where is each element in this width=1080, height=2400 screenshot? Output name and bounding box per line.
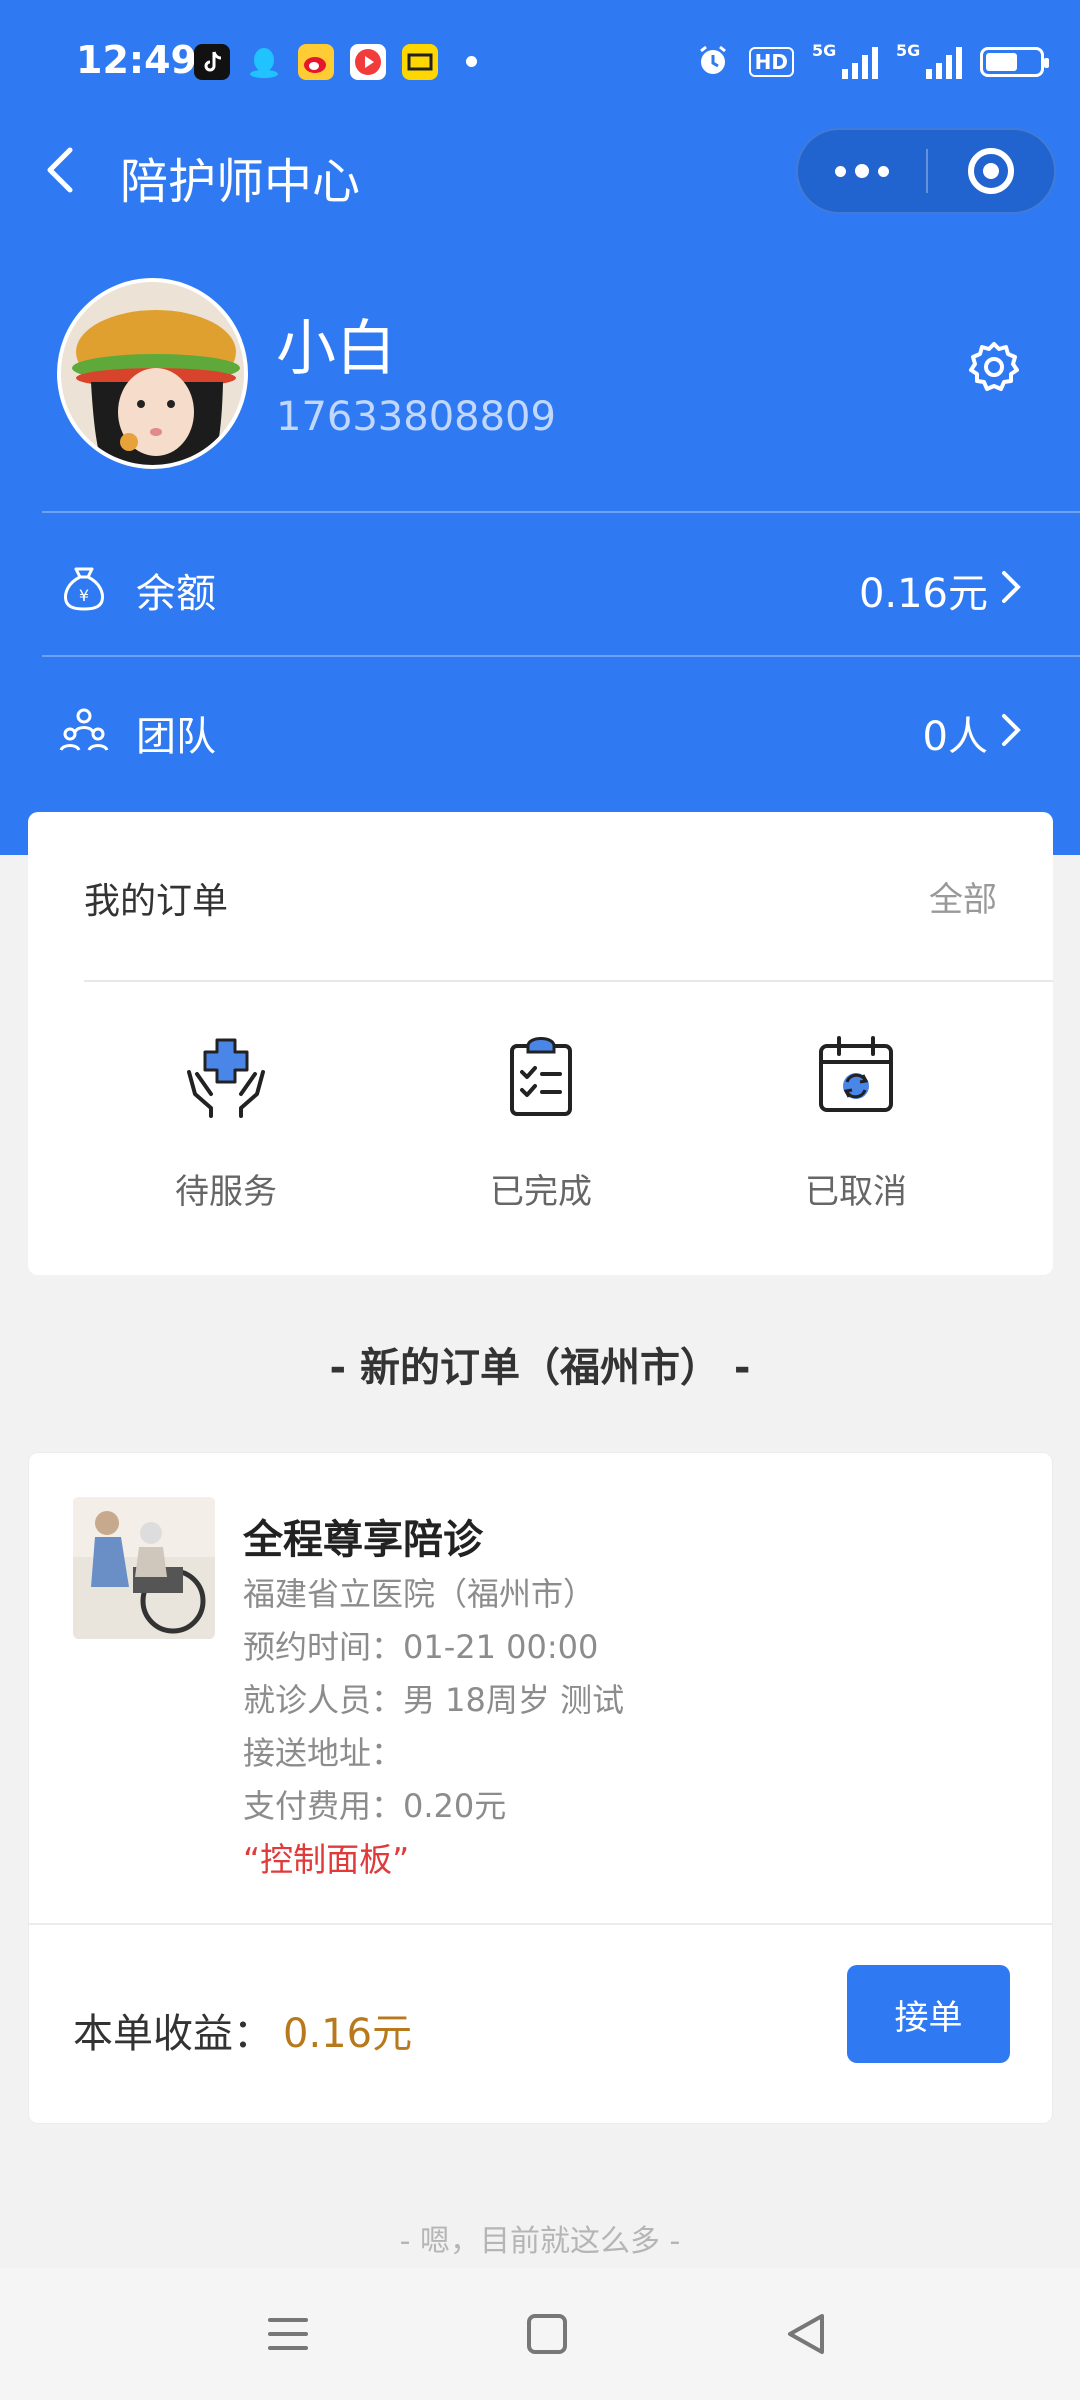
order-hospital: 福建省立医院（福州市） (243, 1575, 596, 1613)
divider (84, 980, 1053, 982)
order-pickup-address: 接送地址： (243, 1734, 404, 1772)
team-label: 团队 (136, 714, 216, 760)
calendar-refresh-icon (819, 1036, 893, 1112)
income-value: 0.16元 (283, 2011, 413, 2057)
team-value: 0人 (922, 714, 988, 760)
hd-badge: HD (748, 47, 794, 77)
order-payment: 支付费用：0.20元 (243, 1787, 507, 1825)
divider (42, 655, 1080, 657)
signal-icon: 5G (812, 41, 878, 79)
back-triangle-icon (788, 2314, 824, 2354)
menu-icon (268, 2318, 308, 2350)
my-orders-title: 我的订单 (84, 881, 229, 922)
new-orders-title: - 新的订单（福州市） - (329, 1345, 751, 1391)
back-nav-button[interactable] (776, 2306, 836, 2362)
status-cancelled[interactable]: 已取消 (741, 1032, 971, 1213)
status-label: 已取消 (805, 1172, 907, 1212)
more-dots-icon (835, 165, 846, 177)
status-label: 待服务 (175, 1172, 277, 1212)
money-bag-icon: ¥ (64, 567, 104, 611)
more-button[interactable] (798, 130, 926, 212)
status-pending-service[interactable]: 待服务 (111, 1032, 341, 1213)
balance-row[interactable]: ¥ 余额 0.16元 (0, 515, 1080, 655)
gear-icon (969, 342, 1019, 391)
divider (42, 511, 1080, 513)
notification-dot (466, 56, 477, 67)
balance-value: 0.16元 (858, 571, 988, 617)
weibo-icon (298, 44, 334, 80)
home-square-icon (527, 2314, 567, 2354)
order-note: “控制面板” (243, 1840, 410, 1879)
home-nav-button[interactable] (517, 2306, 577, 2362)
view-all-orders-link[interactable]: 全部 (929, 872, 997, 921)
balance-label: 余额 (136, 571, 216, 617)
qq-icon (246, 44, 282, 80)
alarm-icon (695, 42, 731, 82)
chevron-right-icon (1002, 714, 1021, 746)
video-app-icon (350, 44, 386, 80)
order-service-name: 全程尊享陪诊 (243, 1517, 483, 1563)
care-hands-icon (187, 1038, 265, 1118)
order-appointment-time: 预约时间：01-21 00:00 (243, 1628, 599, 1666)
close-button[interactable] (928, 130, 1054, 212)
store-app-icon (402, 44, 438, 80)
status-bar: 12:49 HD 5G 5G (0, 0, 1080, 120)
order-thumbnail (73, 1497, 215, 1639)
avatar[interactable] (57, 278, 248, 469)
back-button[interactable] (36, 140, 96, 200)
order-card[interactable]: 全程尊享陪诊 福建省立医院（福州市） 预约时间：01-21 00:00 就诊人员… (28, 1452, 1053, 2124)
menu-nav-button[interactable] (258, 2306, 318, 2362)
target-close-icon (968, 148, 1014, 194)
team-row[interactable]: 团队 0人 (0, 658, 1080, 798)
order-patient: 就诊人员：男 18周岁 测试 (243, 1681, 625, 1719)
status-right-group: HD 5G 5G (695, 40, 1049, 84)
status-time: 12:49 (76, 38, 197, 82)
divider (29, 1923, 1052, 1925)
svg-text:¥: ¥ (79, 586, 89, 605)
page-title: 陪护师中心 (120, 154, 361, 210)
mini-program-capsule (796, 128, 1056, 214)
tiktok-icon (194, 44, 230, 80)
chevron-right-icon (1002, 571, 1021, 603)
status-completed[interactable]: 已完成 (426, 1032, 656, 1213)
battery-icon (980, 47, 1049, 77)
user-phone: 17633808809 (276, 394, 556, 440)
signal-icon: 5G (896, 41, 962, 79)
my-orders-card: 我的订单 全部 待服务 已完成 已取消 (28, 812, 1053, 1275)
clipboard-check-icon (510, 1037, 572, 1116)
system-nav-bar (0, 2268, 1080, 2400)
back-arrow-icon (47, 147, 73, 193)
user-name: 小白 (276, 314, 396, 384)
accept-order-button[interactable]: 接单 (847, 1965, 1010, 2063)
status-label: 已完成 (490, 1172, 592, 1212)
income-label: 本单收益： (73, 2011, 273, 2057)
team-icon (59, 708, 109, 751)
end-of-list-note: - 嗯，目前就这么多 - (399, 2224, 681, 2259)
settings-button[interactable] (966, 338, 1022, 394)
